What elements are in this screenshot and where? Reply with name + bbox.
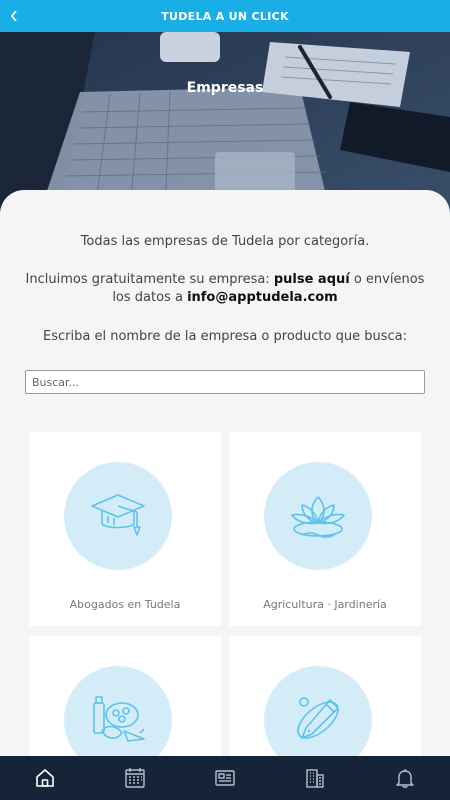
- building-icon: [306, 769, 324, 788]
- content-panel: Todas las empresas de Tudela por categor…: [0, 190, 450, 756]
- laptop-desk-photo: [0, 32, 450, 212]
- app-title: TUDELA A UN CLICK: [161, 9, 289, 23]
- intro-add-text: Incluimos gratuitamente su empresa:: [25, 272, 274, 287]
- category-label: Agricultura · Jardinería: [263, 598, 387, 611]
- search-instructions: Escriba el nombre de la empresa o produc…: [43, 329, 407, 344]
- home-icon: [36, 769, 54, 787]
- category-label: Abogados en Tudela: [69, 598, 181, 611]
- bell-icon: [396, 769, 414, 788]
- intro-add-company: Incluimos gratuitamente su empresa: puls…: [0, 271, 450, 289]
- newspaper-icon: [215, 770, 235, 786]
- nav-calendar-button[interactable]: [115, 756, 155, 800]
- nav-news-button[interactable]: [205, 756, 245, 800]
- category-card-abogados[interactable]: Abogados en Tudela: [29, 432, 221, 626]
- intro-add-text-end: o envíenos: [349, 272, 425, 287]
- groceries-icon: [93, 696, 145, 742]
- nav-companies-button[interactable]: [295, 756, 335, 800]
- category-icon-circle: [264, 462, 372, 570]
- graduation-cap-icon: [91, 494, 145, 536]
- nav-home-button[interactable]: [25, 756, 65, 800]
- bottom-navigation: [0, 756, 450, 800]
- hero-banner: Empresas: [0, 32, 450, 212]
- lotus-icon: [291, 496, 345, 538]
- intro-email-prefix: los datos a: [112, 290, 188, 305]
- chevron-left-icon: [10, 10, 17, 22]
- category-card-arte[interactable]: [229, 636, 421, 756]
- back-button[interactable]: [4, 0, 24, 32]
- email-link[interactable]: info@apptudela.com: [187, 290, 338, 305]
- pulse-aqui-link[interactable]: pulse aquí: [274, 272, 350, 287]
- category-icon-circle: [64, 462, 172, 570]
- category-icon-circle: [64, 666, 172, 756]
- intro-text: Todas las empresas de Tudela por categor…: [80, 234, 370, 249]
- calendar-icon: [125, 768, 145, 788]
- page-title: Empresas: [186, 80, 264, 96]
- category-card-alimentacion[interactable]: [29, 636, 221, 756]
- top-app-bar: TUDELA A UN CLICK: [0, 0, 450, 32]
- category-icon-circle: [264, 666, 372, 756]
- intro-email-line: los datos a info@apptudela.com: [0, 289, 450, 307]
- nav-notifications-button[interactable]: [385, 756, 425, 800]
- pen-tool-icon: [297, 697, 339, 739]
- category-card-agricultura[interactable]: Agricultura · Jardinería: [229, 432, 421, 626]
- search-input[interactable]: [25, 370, 425, 394]
